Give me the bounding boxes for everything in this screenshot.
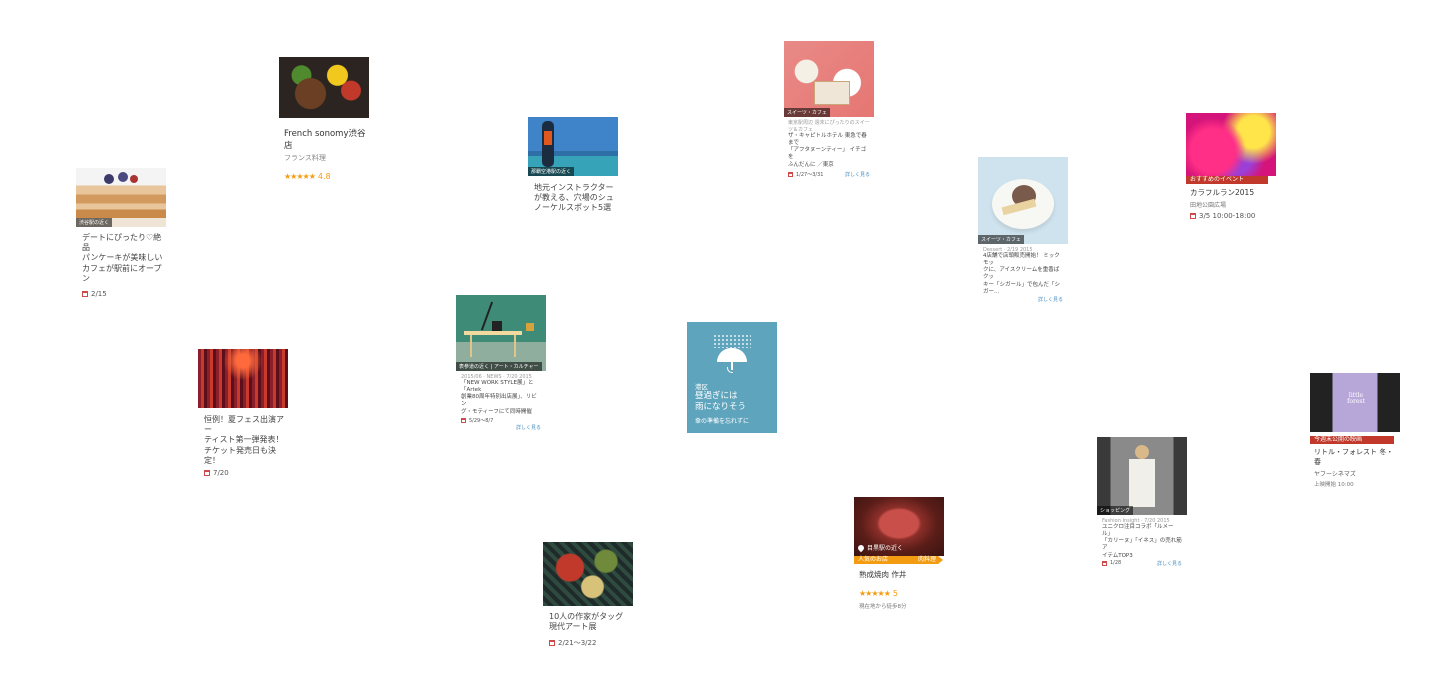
- card-movie[interactable]: little forest 今週末公開の映画 リトル・フォレスト 冬・春 ヤフー…: [1310, 373, 1400, 488]
- ribbon-right-text: 肉料理: [917, 556, 936, 563]
- date-text: 2/15: [91, 290, 107, 299]
- rating-row: ★★★★★ 4.8: [279, 164, 369, 183]
- date-text: 1/28: [1110, 560, 1122, 567]
- card-weather[interactable]: 港区 昼過ぎには 雨になりそう 傘の準備を忘れずに: [687, 322, 777, 433]
- french-dish-image: [279, 57, 369, 118]
- card-french-restaurant[interactable]: French sonomy渋谷店 フランス料理 ★★★★★ 4.8: [279, 57, 369, 183]
- read-more-link[interactable]: 詳しく見る: [1157, 560, 1182, 567]
- card-snorkel-spots[interactable]: 那覇空港駅の近く 地元インストラクター が教える、穴場のシュ ノーケルスポット5…: [528, 117, 618, 214]
- date-row: 5/29〜8/7: [461, 417, 541, 424]
- movie-poster-image: little forest: [1310, 373, 1400, 432]
- date-row: 3/5 10:00-18:00: [1186, 212, 1276, 220]
- event-ribbon: おすすめのイベント: [1186, 176, 1273, 184]
- weather-note: 傘の準備を忘れずに: [695, 418, 750, 425]
- card-color-run[interactable]: おすすめのイベント カラフルラン2015 田地公園広場 3/5 10:00-18…: [1186, 113, 1276, 220]
- tag-category: アート・カルチャー: [493, 364, 539, 370]
- poster-title: little forest: [1347, 392, 1365, 405]
- calendar-icon: [1102, 560, 1107, 566]
- card-yakiniku[interactable]: 目黒駅の近く 人気のお店 肉料理 熟成焼肉 作井 ★★★★★ 5 現在地から徒歩8…: [854, 497, 944, 610]
- card-work-style-exhibit[interactable]: 表参道の近く | アート・カルチャー 2015/06 · NEWS · 7/20…: [456, 295, 546, 434]
- rating-value: 4.8: [317, 172, 331, 181]
- weather-headline: 昼過ぎには 雨になりそう: [695, 391, 747, 413]
- location-text: 目黒駅の近く: [867, 545, 904, 552]
- snorkel-image: 那覇空港駅の近く: [528, 117, 618, 176]
- date-text: 1/27〜3/31: [796, 171, 824, 178]
- date-text: 5/29〜8/7: [469, 417, 494, 424]
- star-icons: ★★★★★: [284, 172, 316, 181]
- sub-text: 東京駅周辺 週末にぴったりのスイーツ＆カフェ: [788, 120, 870, 133]
- desk-image: 表参道の近く | アート・カルチャー: [456, 295, 546, 371]
- fashion-image: ショッピング: [1097, 437, 1187, 515]
- location-badge: 渋谷駅の近く: [76, 218, 113, 227]
- showtime: 上映開始 10:00: [1314, 482, 1354, 488]
- star-icons: ★★★★★: [859, 589, 891, 598]
- calendar-icon: [204, 470, 210, 477]
- distance-note: 現在地から徒歩8分: [859, 604, 907, 610]
- theater-name: ヤフーシネマズ: [1314, 471, 1356, 478]
- afternoon-tea-image: スイーツ・カフェ: [784, 41, 874, 117]
- date-text: 2/21〜3/22: [558, 639, 597, 648]
- date-row: 2/21〜3/22: [543, 638, 633, 648]
- card-afternoon-tea[interactable]: スイーツ・カフェ 東京駅周辺 週末にぴったりのスイーツ＆カフェ ザ・キャピトルホ…: [784, 41, 874, 180]
- calendar-icon: [1190, 213, 1196, 219]
- rating-row: ★★★★★ 5: [854, 581, 944, 600]
- read-more-link[interactable]: 詳しく見る: [461, 424, 541, 431]
- card-ice-cream[interactable]: スイーツ・カフェ Dessert · 2/19 2015 4店舗で店頭販売開始！…: [978, 157, 1068, 306]
- steak-image: 目黒駅の近く: [854, 497, 944, 556]
- event-place: 田地公園広場: [1190, 202, 1227, 209]
- card-fashion-collab[interactable]: ショッピング Fashion Insight · 7/20 2015 ユニクロ注…: [1097, 437, 1187, 570]
- art-image: [543, 542, 633, 606]
- event-title: カラフルラン2015: [1190, 188, 1255, 197]
- date-row: 2/15: [76, 290, 166, 298]
- date-row: 1/28: [1102, 560, 1121, 566]
- read-more-link[interactable]: 詳しく見る: [983, 296, 1063, 303]
- calendar-icon: [82, 291, 88, 298]
- card-text: 4店舗で店頭販売開始！ ミックモッ クに、アイスクリームを重香ばクッ キー「シガ…: [983, 253, 1061, 295]
- rain-umbrella-icon: [713, 334, 751, 374]
- category-badge: スイーツ・カフェ: [978, 235, 1024, 244]
- calendar-icon: [788, 171, 793, 177]
- movie-title: リトル・フォレスト 冬・春: [1314, 448, 1394, 466]
- date-text: 3/5 10:00-18:00: [1199, 212, 1256, 220]
- ice-cream-image: スイーツ・カフェ: [978, 157, 1068, 244]
- card-text: 恒例！夏フェス出演アー ティスト第一弾発表！ チケット発売日も決定！: [204, 415, 284, 465]
- date-row: 1/27〜3/31: [788, 171, 823, 178]
- date-row: 7/20: [198, 469, 288, 477]
- read-more-link[interactable]: 詳しく見る: [845, 171, 870, 178]
- ribbon-left-text: 人気のお店: [858, 556, 889, 563]
- restaurant-genre: フランス料理: [284, 154, 326, 162]
- location-pin-icon: [856, 543, 866, 552]
- card-text: デートにぴったり♡絶品 パンケーキが美味しい カフェが駅前にオープン: [82, 233, 163, 283]
- category-badge: スイーツ・カフェ: [784, 108, 830, 117]
- tag-location: 表参道の近く: [459, 364, 490, 370]
- date-text: 7/20: [213, 469, 229, 478]
- card-pancake-cafe[interactable]: 渋谷駅の近く デートにぴったり♡絶品 パンケーキが美味しい カフェが駅前にオープ…: [76, 168, 166, 299]
- location-label: 目黒駅の近く: [856, 543, 904, 552]
- card-art-exhibit[interactable]: 10人の作家がタッグ 現代アート展 2/21〜3/22: [543, 542, 633, 649]
- calendar-icon: [461, 417, 466, 423]
- card-text: 10人の作家がタッグ 現代アート展: [549, 612, 624, 632]
- card-text: ユニクロ注目コラボ「ルメール」 「カリーヌ」「イネス」の売れ筋ア イテムTOP3: [1102, 524, 1182, 559]
- card-text: 地元インストラクター が教える、穴場のシュ ノーケルスポット5選: [534, 183, 614, 213]
- color-run-image: [1186, 113, 1276, 176]
- location-badge: 那覇空港駅の近く: [528, 167, 575, 176]
- calendar-icon: [549, 640, 555, 647]
- category-badge: ショッピング: [1097, 506, 1134, 515]
- restaurant-name: French sonomy渋谷店: [284, 129, 366, 151]
- movie-ribbon: 今週末公開の映画: [1310, 436, 1399, 444]
- card-text: ザ・キャピトルホテル 東急で春まで 「アフタヌーンティー」 イチゴを ふんだんに…: [788, 133, 867, 168]
- card-text: 「NEW WORK STYLE展」と「Artek 創業80周年特別出店展」、リビ…: [461, 380, 537, 415]
- card-summer-fes[interactable]: 恒例！夏フェス出演アー ティスト第一弾発表！ チケット発売日も決定！ 7/20: [198, 349, 288, 478]
- weather-area: 港区: [695, 383, 708, 391]
- rating-value: 5: [892, 589, 898, 598]
- category-badge: 表参道の近く | アート・カルチャー: [456, 362, 542, 371]
- concert-image: [198, 349, 288, 408]
- popular-ribbon: 人気のお店 肉料理: [854, 556, 943, 564]
- restaurant-name: 熟成焼肉 作井: [859, 570, 907, 579]
- pancake-image: 渋谷駅の近く: [76, 168, 166, 227]
